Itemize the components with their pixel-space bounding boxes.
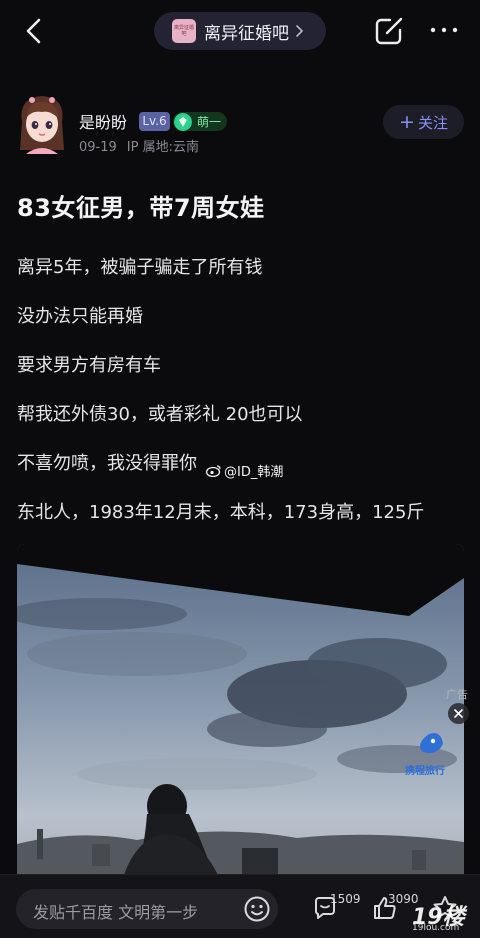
close-icon: [454, 709, 463, 718]
level-badge: Lv.6: [139, 112, 170, 131]
ad-label: 广告: [446, 688, 468, 701]
back-button[interactable]: [18, 14, 52, 48]
plus-icon: +: [399, 110, 415, 133]
post-paragraph: 帮我还外债30，或者彩礼 20也可以: [17, 404, 303, 425]
back-icon: [26, 18, 41, 44]
post-title: 83女征男，带7周女娃: [17, 194, 265, 222]
reply-input[interactable]: 发贴千百度 文明第一步: [16, 889, 278, 929]
weibo-icon: [206, 465, 221, 477]
emoji-button[interactable]: [242, 894, 272, 924]
forum-entry-button[interactable]: 离异征婚吧 离异征婚吧: [154, 12, 326, 50]
post-paragraph: 没办法只能再婚: [17, 306, 143, 327]
chevron-right-icon: [296, 25, 303, 37]
site-watermark-logo: 19楼 19lou.com: [394, 903, 466, 935]
author-name[interactable]: 是盼盼: [79, 109, 127, 133]
post-paragraph: 要求男方有房有车: [17, 355, 161, 376]
more-icon: [430, 27, 458, 33]
weibo-watermark: @ID_韩潮: [206, 461, 283, 480]
reply-placeholder: 发贴千百度 文明第一步: [33, 903, 199, 922]
more-button[interactable]: [426, 20, 462, 40]
post-paragraph: 不喜勿喷，我没得罪你: [17, 453, 197, 474]
forum-avatar: 离异征婚吧: [172, 19, 196, 43]
gem-icon: [174, 112, 192, 131]
post-paragraph: 离异5年，被骗子骗走了所有钱: [17, 257, 263, 278]
member-title-badge: 萌一: [173, 112, 227, 131]
ip-location: IP 属地:云南: [126, 140, 199, 155]
ad-close-button[interactable]: [448, 703, 469, 724]
top-bar: 离异征婚吧 离异征婚吧: [0, 0, 480, 64]
forum-name: 离异征婚吧: [204, 23, 289, 44]
share-button[interactable]: [372, 14, 406, 48]
post-paragraph: 东北人，1983年12月末，本科，173身高，125斤: [17, 502, 425, 523]
share-icon: [375, 17, 403, 45]
site-logo-sub: 19lou.com: [412, 923, 460, 933]
author-avatar[interactable]: [14, 92, 70, 158]
follow-button[interactable]: + 关注: [383, 105, 464, 139]
ad-brand-text: 携程旅行: [405, 764, 445, 777]
post-date: 09-19: [79, 140, 117, 155]
post-meta: 09-19 IP 属地:云南: [79, 136, 199, 155]
post-image[interactable]: 携程旅行: [17, 544, 464, 884]
emoji-icon: [244, 896, 270, 922]
comment-count: 1509: [330, 892, 361, 906]
